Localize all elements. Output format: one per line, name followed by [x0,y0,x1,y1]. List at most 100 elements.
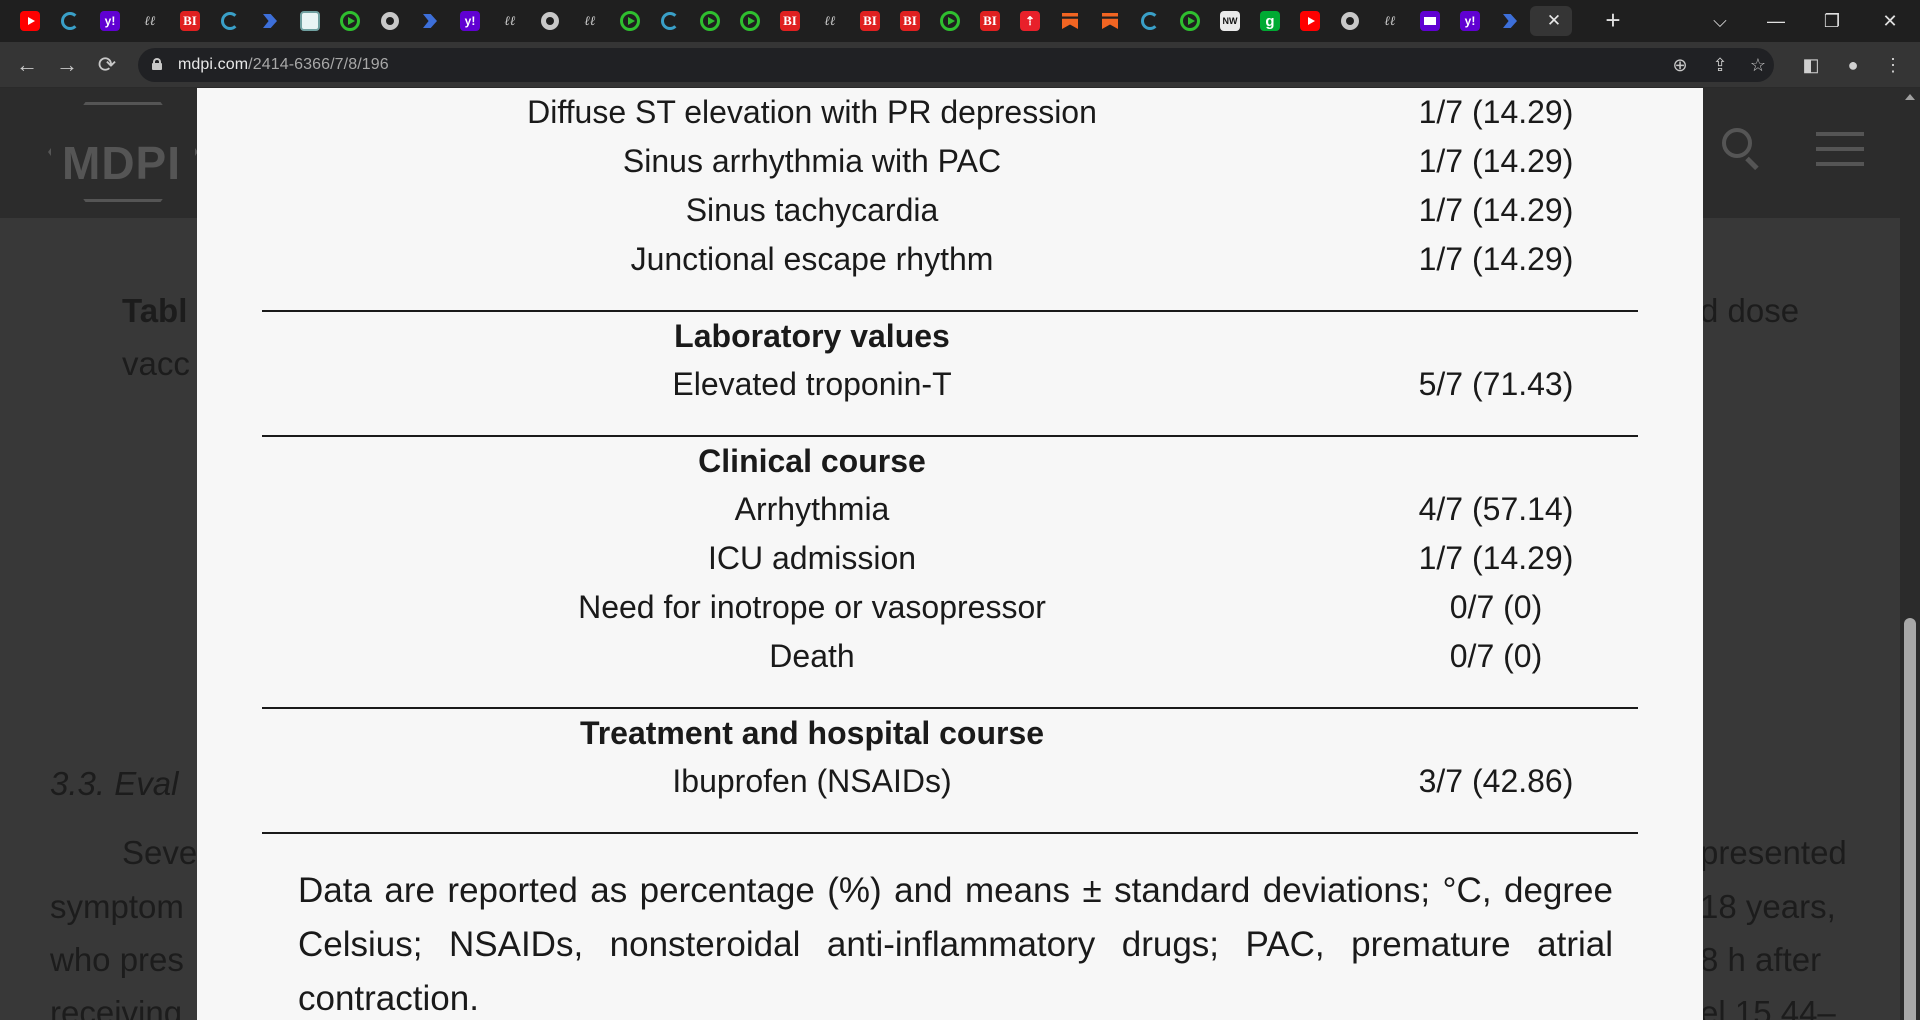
tab-search-button[interactable]: ⌵ [1700,4,1740,38]
browser-tab[interactable] [212,6,248,36]
browser-tab[interactable] [52,6,88,36]
browser-tab[interactable] [1172,6,1208,36]
yahoo-icon: y! [100,11,120,31]
address-bar[interactable]: mdpi.com/2414-6366/7/8/196 ⊕ ⇪ ☆ [138,48,1774,82]
scroll-up-arrow-icon[interactable] [1905,94,1915,100]
browser-tab[interactable] [652,6,688,36]
browser-tab[interactable] [612,6,648,36]
browser-tab[interactable] [532,6,568,36]
hamburger-menu-icon[interactable] [1816,132,1864,166]
browser-tab[interactable] [372,6,408,36]
browser-tab[interactable]: NW [1212,6,1248,36]
bg-text-fragment: Seve [122,834,198,871]
scrollbar-thumb[interactable] [1904,618,1916,1020]
browser-tab[interactable] [1332,6,1368,36]
bi-icon: BI [900,11,920,31]
back-button[interactable]: ← [12,50,42,80]
lock-icon[interactable] [152,58,162,70]
browser-tab[interactable] [1052,6,1088,36]
table-row: Need for inotrope or vasopressor 0/7 (0) [262,583,1638,632]
share-icon[interactable]: ⇪ [1708,53,1732,77]
table-row: Sinus tachycardia 1/7 (14.29) [262,186,1638,235]
browser-tab[interactable] [692,6,728,36]
browser-tab[interactable]: y! [452,6,488,36]
browser-tab[interactable]: g [1252,6,1288,36]
profile-icon[interactable]: ● [1838,50,1868,80]
close-window-button[interactable]: ✕ [1870,4,1910,38]
browser-tab[interactable] [332,6,368,36]
bg-text-fragment: who pres [50,941,184,978]
browser-tab[interactable]: BI [972,6,1008,36]
zoom-icon[interactable]: ⊕ [1668,53,1692,77]
globe-icon [1341,12,1359,30]
bg-text-fragment: vacc [122,345,190,382]
browser-tab[interactable]: ℓℓ [1372,6,1408,36]
section-heading: Laboratory values [674,317,950,354]
reload-button[interactable]: ⟳ [92,50,122,80]
restore-button[interactable]: ❐ [1812,4,1852,38]
url-text[interactable]: mdpi.com/2414-6366/7/8/196 [178,56,389,74]
row-label: ICU admission [707,540,917,576]
bg-table-caption: Tabl [122,292,188,329]
bg-text-fragment: el 15.44– [1700,994,1836,1020]
browser-tab[interactable]: BI [892,6,928,36]
browser-tab[interactable] [1092,6,1128,36]
browser-tab[interactable]: y! [1452,6,1488,36]
browser-tab[interactable] [1292,6,1328,36]
forward-button[interactable]: → [52,50,82,80]
section-heading: Clinical course [698,442,926,479]
browser-tab[interactable]: ℓℓ [492,6,528,36]
browser-tab[interactable] [1132,6,1168,36]
row-label: Sinus arrhythmia with PAC [622,143,1002,179]
browser-tab[interactable] [932,6,968,36]
bg-text-fragment: presented [1700,834,1847,871]
browser-tab[interactable] [292,6,328,36]
row-label: Need for inotrope or vasopressor [578,589,1046,625]
bookmark-star-icon[interactable]: ☆ [1746,53,1770,77]
search-icon[interactable] [1722,128,1762,171]
ring-icon [1141,12,1159,30]
table-row: Arrhythmia 4/7 (57.14) [262,485,1638,534]
arrow-icon [260,11,280,31]
browser-tab[interactable] [1492,6,1528,36]
new-tab-button[interactable]: + [1598,6,1628,36]
table-row: Junctional escape rhythm 1/7 (14.29) [262,235,1638,284]
results-table: Diffuse ST elevation with PR depression … [262,88,1638,834]
row-label: Junctional escape rhythm [630,241,994,277]
handwriting-icon: ℓℓ [1384,13,1396,28]
close-tab-icon[interactable]: ✕ [1547,11,1561,31]
browser-tab[interactable]: ℓℓ [132,6,168,36]
menu-kebab-icon[interactable]: ⋮ [1878,50,1908,80]
table-row: ICU admission 1/7 (14.29) [262,534,1638,583]
minimize-button[interactable]: — [1756,4,1796,38]
browser-tab[interactable]: BI [172,6,208,36]
bg-text-fragment: 18 years, [1700,888,1836,925]
browser-tab[interactable]: ⇡ [1012,6,1048,36]
browser-tab[interactable]: ℓℓ [572,6,608,36]
side-panel-icon[interactable]: ◧ [1796,50,1826,80]
browser-tab[interactable]: BI [772,6,808,36]
red-up-icon: ⇡ [1020,11,1040,31]
mdpi-logo[interactable]: MDPI [48,102,208,202]
ribbon-icon [1100,11,1120,31]
globe-icon [541,12,559,30]
play-icon [340,11,360,31]
active-tab[interactable]: ✕ [1530,6,1572,36]
play-icon [700,11,720,31]
browser-tab[interactable] [1412,6,1448,36]
browser-tab[interactable] [12,6,48,36]
browser-tab[interactable] [732,6,768,36]
page-scrollbar[interactable] [1900,88,1920,1020]
browser-tab[interactable] [252,6,288,36]
row-label: Elevated troponin-T [672,366,952,402]
section-divider [262,681,1638,709]
row-value: 5/7 (71.43) [1418,366,1574,402]
browser-tab[interactable]: ℓℓ [812,6,848,36]
browser-tab[interactable] [412,6,448,36]
browser-tab[interactable]: BI [852,6,888,36]
row-value: 0/7 (0) [1449,638,1543,674]
bg-text-fragment: symptom [50,888,184,925]
table-popup[interactable]: Diffuse ST elevation with PR depression … [197,88,1703,1020]
nyt-icon: NW [1220,11,1240,31]
browser-tab[interactable]: y! [92,6,128,36]
